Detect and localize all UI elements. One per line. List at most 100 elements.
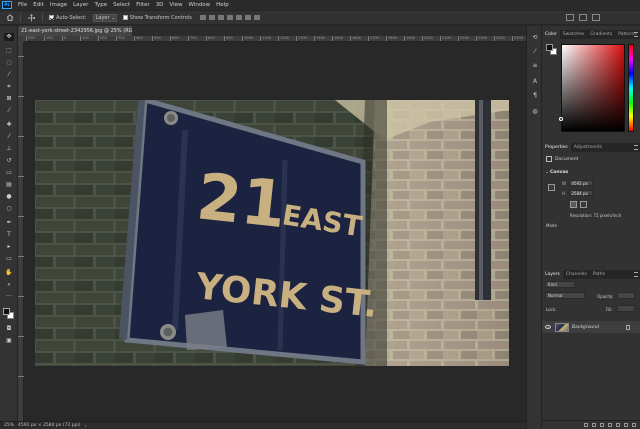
history-panel-icon[interactable]: ⟲ (531, 34, 539, 41)
new-group-icon[interactable] (616, 423, 620, 427)
rectangle-tool-icon[interactable]: ▭ (5, 256, 13, 262)
screen-mode-icon[interactable]: ▣ (5, 338, 13, 344)
landscape-orientation-icon[interactable] (580, 201, 587, 208)
zoom-tool-icon[interactable]: ⌕ (5, 282, 13, 288)
3d-mode-icon[interactable] (566, 14, 574, 21)
panel-menu-icon[interactable] (634, 272, 638, 277)
link-layers-icon[interactable] (584, 423, 588, 427)
pen-tool-icon[interactable]: ✒ (5, 220, 13, 226)
fill-field[interactable] (617, 305, 635, 312)
blur-tool-icon[interactable]: ● (5, 194, 13, 200)
status-menu-icon[interactable] (84, 424, 86, 427)
checkbox-box[interactable] (49, 15, 54, 20)
chevron-down-icon[interactable] (546, 172, 548, 173)
crop-tool-icon[interactable]: ⌗ (5, 84, 13, 90)
align-middle-icon[interactable] (235, 15, 242, 20)
layer-row-background[interactable]: Background (542, 321, 640, 333)
tab-swatches[interactable]: Swatches (560, 30, 588, 39)
checkbox-box[interactable] (122, 15, 128, 20)
align-icons[interactable] (199, 15, 260, 20)
menu-layer[interactable]: Layer (70, 2, 91, 8)
foreground-color-swatch[interactable] (546, 44, 553, 51)
menu-select[interactable]: Select (110, 2, 133, 8)
layer-name[interactable]: Background (572, 325, 599, 330)
menu-view[interactable]: View (166, 2, 185, 8)
hand-tool-icon[interactable]: ✋ (5, 270, 13, 276)
foreground-color-swatch[interactable] (3, 308, 10, 315)
eye-icon[interactable] (545, 325, 551, 329)
auto-select-value[interactable]: Layer (92, 13, 117, 22)
portrait-orientation-icon[interactable] (570, 201, 577, 208)
menu-edit[interactable]: Edit (30, 2, 47, 8)
tab-properties[interactable]: Properties (542, 143, 571, 152)
menu-file[interactable]: File (15, 2, 30, 8)
search-icon[interactable] (579, 14, 587, 21)
zoom-level[interactable]: 25% (4, 423, 14, 428)
type-tool-icon[interactable]: T (5, 232, 13, 238)
workspace-icon[interactable] (592, 14, 600, 21)
new-layer-icon[interactable] (624, 423, 628, 427)
auto-select-checkbox[interactable]: Auto-Select: (49, 15, 87, 21)
lasso-tool-icon[interactable]: ◌ (5, 60, 13, 66)
tab-gradients[interactable]: Gradients (587, 30, 615, 39)
home-icon[interactable] (6, 14, 14, 21)
quick-mask-icon[interactable]: ◘ (5, 326, 13, 332)
adjust-icon[interactable]: ≡ (531, 62, 539, 69)
menu-help[interactable]: Help (213, 2, 232, 8)
layer-filter-kind[interactable]: Kind (545, 281, 575, 288)
document-tab[interactable]: 21-east-york-street-2342956.jpg @ 25% (R… (18, 26, 152, 36)
menu-3d[interactable]: 3D (153, 2, 167, 8)
align-left-icon[interactable] (199, 15, 206, 20)
auto-select-dropdown[interactable]: Layer (92, 13, 117, 22)
menu-type[interactable]: Type (91, 2, 110, 8)
quick-select-tool-icon[interactable]: ⁄ (5, 72, 13, 78)
panel-menu-icon[interactable] (634, 32, 638, 37)
brush-settings-icon[interactable]: ⁄ (531, 48, 539, 55)
link-dimensions-icon[interactable] (548, 184, 555, 191)
layer-style-icon[interactable] (592, 423, 596, 427)
menu-window[interactable]: Window (185, 2, 213, 8)
align-bottom-icon[interactable] (244, 15, 251, 20)
clone-stamp-tool-icon[interactable]: ⊥ (5, 146, 13, 152)
dodge-tool-icon[interactable]: ○ (5, 206, 13, 212)
frame-tool-icon[interactable]: ⊠ (5, 96, 13, 102)
distribute-icon[interactable] (253, 15, 260, 20)
move-tool-preset-icon[interactable] (27, 13, 36, 22)
menu-filter[interactable]: Filter (133, 2, 153, 8)
document-canvas[interactable]: 21 EAST YORK ST. (35, 100, 509, 366)
menu-image[interactable]: Image (47, 2, 70, 8)
delete-layer-icon[interactable] (632, 423, 636, 427)
align-right-icon[interactable] (217, 15, 224, 20)
opacity-field[interactable] (617, 292, 635, 299)
move-tool-icon[interactable]: ✥ (4, 33, 14, 41)
paragraph-panel-icon[interactable]: ¶ (531, 92, 539, 99)
eyedropper-tool-icon[interactable]: ⁄ (5, 108, 13, 114)
panel-menu-icon[interactable] (634, 145, 638, 150)
show-transform-checkbox[interactable]: Show Transform Controls (122, 15, 192, 21)
hue-slider[interactable] (628, 44, 634, 132)
color-picker-handle[interactable] (559, 117, 563, 121)
libraries-icon[interactable]: ◍ (531, 108, 539, 115)
tab-adjustments[interactable]: Adjustments (571, 143, 605, 152)
height-field[interactable]: 2584 px (569, 190, 593, 196)
canvas-section-header[interactable]: Canvas (546, 170, 568, 175)
tab-color[interactable]: Color (542, 30, 560, 39)
history-brush-tool-icon[interactable]: ↺ (5, 158, 13, 164)
adjustment-layer-icon[interactable] (608, 423, 612, 427)
color-picker-field[interactable] (561, 44, 625, 132)
resolution-text: Resolution: 72 pixels/inch (570, 213, 622, 218)
healing-brush-tool-icon[interactable]: ✚ (5, 122, 13, 128)
gradient-tool-icon[interactable]: ▤ (5, 182, 13, 188)
width-field[interactable]: 4592 px (569, 180, 593, 186)
layer-mask-icon[interactable] (600, 423, 604, 427)
align-center-icon[interactable] (208, 15, 215, 20)
lock-icon[interactable] (626, 324, 630, 330)
character-panel-icon[interactable]: A (531, 78, 539, 85)
path-select-tool-icon[interactable]: ▸ (5, 244, 13, 250)
blend-mode-select[interactable]: Normal (545, 292, 585, 299)
more-tools-icon[interactable]: ··· (5, 294, 13, 300)
eraser-tool-icon[interactable]: ▭ (5, 170, 13, 176)
marquee-tool-icon[interactable]: ⬚ (5, 48, 13, 54)
brush-tool-icon[interactable]: ⁄ (5, 134, 13, 140)
align-top-icon[interactable] (226, 15, 233, 20)
